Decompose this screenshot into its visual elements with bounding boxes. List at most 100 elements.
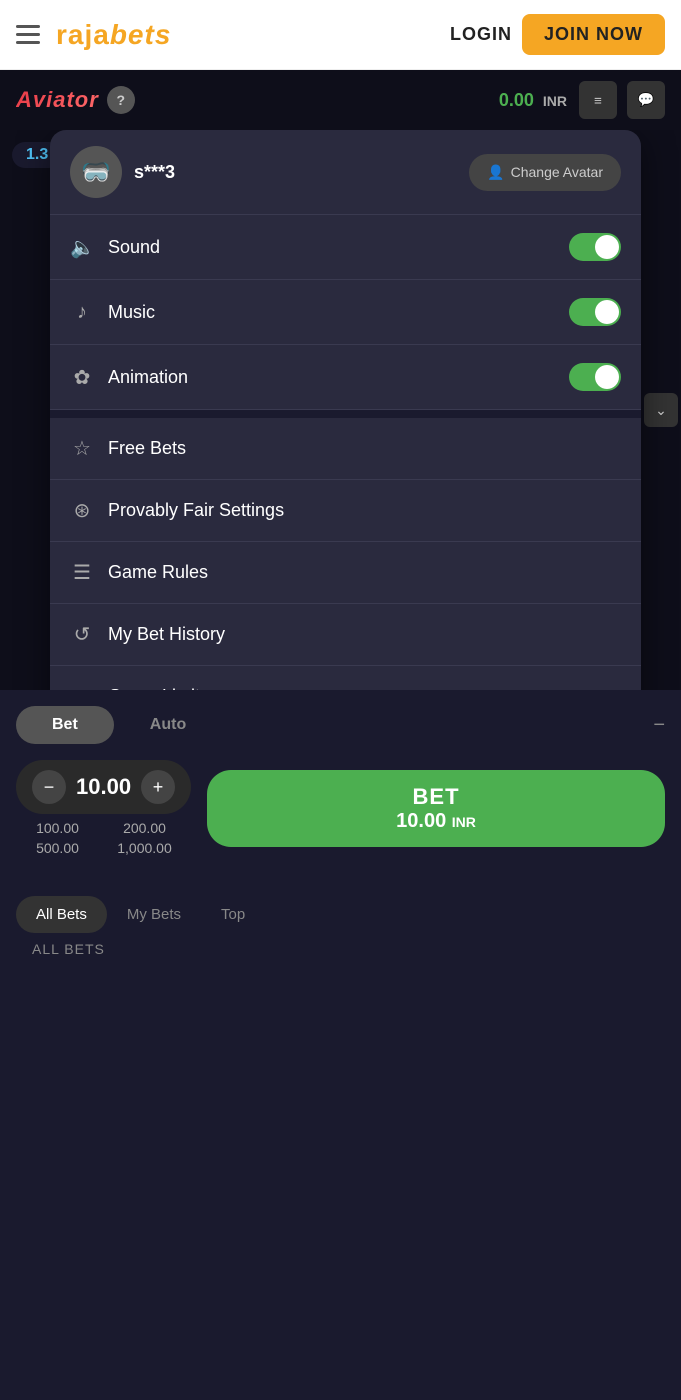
music-toggle[interactable] [569,298,621,326]
sound-toggle[interactable] [569,233,621,261]
free-bets-menu-item[interactable]: ☆ Free Bets [50,418,641,480]
balance-currency: INR [543,93,567,109]
increment-button[interactable]: + [141,770,175,804]
change-avatar-label: Change Avatar [511,164,603,180]
quick-amt-4[interactable]: 1,000.00 [103,840,186,856]
header-icons: ≡ 💬 [579,81,665,119]
aviator-text: Aviator [16,87,99,113]
animation-label: Animation [108,367,188,388]
limits-icon: ⊡ [70,684,94,690]
username-label: s***3 [134,162,175,183]
amount-value: 10.00 [76,774,131,800]
quick-amt-1[interactable]: 100.00 [16,820,99,836]
logo-bets: bets [110,19,172,50]
bet-tab-auto[interactable]: Auto [114,706,222,744]
bet-controls: − 10.00 + 100.00 200.00 500.00 1,000.00 … [16,760,665,856]
star-icon: ☆ [70,436,94,461]
bet-button-amount: 10.00 INR [396,810,476,833]
join-button[interactable]: JOIN NOW [522,14,665,55]
bet-amount-value: 10.00 [396,810,446,832]
bets-tabs: All Bets My Bets Top [16,896,665,933]
provably-fair-item-left: ⊛ Provably Fair Settings [70,498,284,523]
person-icon: 👤 [487,164,504,181]
sound-toggle-knob [595,235,619,259]
side-controls: ⌄ [641,130,681,690]
help-badge[interactable]: ? [107,86,135,114]
music-menu-item[interactable]: ♪ Music [50,280,641,345]
history-icon: ↺ [70,622,94,647]
top-tab[interactable]: Top [201,896,265,933]
music-item-left: ♪ Music [70,301,155,324]
sound-label: Sound [108,237,160,258]
user-info: 🥽 s***3 [70,146,175,198]
bet-tabs: Bet Auto − [16,706,665,744]
game-rules-label: Game Rules [108,562,208,583]
bet-button-label: BET [413,784,460,810]
nav-right: LOGIN JOIN NOW [450,14,665,55]
all-bets-tab[interactable]: All Bets [16,896,107,933]
hamburger-menu-icon[interactable] [16,25,40,44]
menu-header: 🥽 s***3 👤 Change Avatar [50,130,641,215]
stepper-area: − 10.00 + 100.00 200.00 500.00 1,000.00 [16,760,191,856]
balance-number: 0.00 [499,90,534,110]
animation-icon: ✿ [70,365,94,390]
animation-item-left: ✿ Animation [70,365,188,390]
provably-fair-menu-item[interactable]: ⊛ Provably Fair Settings [50,480,641,542]
quick-amt-3[interactable]: 500.00 [16,840,99,856]
game-limits-item-left: ⊡ Game Limits [70,684,209,690]
change-avatar-button[interactable]: 👤 Change Avatar [469,154,621,191]
animation-menu-item[interactable]: ✿ Animation [50,345,641,410]
logo-raja: raja [56,19,110,50]
chat-icon: 💬 [638,92,655,108]
animation-toggle-knob [595,365,619,389]
my-bets-tab[interactable]: My Bets [107,896,201,933]
music-icon: ♪ [70,301,94,324]
rules-icon: ☰ [70,560,94,585]
game-rules-item-left: ☰ Game Rules [70,560,208,585]
aviator-logo: Aviator ? [16,86,135,114]
decrement-button[interactable]: − [32,770,66,804]
game-limits-menu-item[interactable]: ⊡ Game Limits [50,666,641,690]
music-label: Music [108,302,155,323]
all-bets-label: ALL BETS [16,933,665,965]
provably-fair-label: Provably Fair Settings [108,500,284,521]
quick-amt-2[interactable]: 200.00 [103,820,186,836]
expand-button[interactable]: ⌄ [644,393,678,427]
menu-icon: ≡ [594,93,602,108]
sound-item-left: 🔈 Sound [70,235,160,260]
chat-icon-button[interactable]: 💬 [627,81,665,119]
animation-toggle[interactable] [569,363,621,391]
sound-icon: 🔈 [70,235,94,260]
nav-left: rajabets [16,19,171,51]
shield-icon: ⊛ [70,498,94,523]
bet-history-menu-item[interactable]: ↺ My Bet History [50,604,641,666]
bet-currency: INR [452,814,476,830]
bet-tab-collapse-button[interactable]: − [653,714,665,737]
balance-area: 0.00 INR ≡ 💬 [499,81,665,119]
amount-stepper: − 10.00 + [16,760,191,814]
logo: rajabets [56,19,171,51]
avatar-emoji: 🥽 [81,158,111,187]
sound-menu-item[interactable]: 🔈 Sound [50,215,641,280]
bets-tabs-section: All Bets My Bets Top ALL BETS [0,884,681,965]
bet-history-label: My Bet History [108,624,225,645]
avatar: 🥽 [70,146,122,198]
bet-section: Bet Auto − − 10.00 + 100.00 200.00 500.0… [0,690,681,884]
bet-history-item-left: ↺ My Bet History [70,622,225,647]
dropdown-menu: 🥽 s***3 👤 Change Avatar 🔈 Sound ♪ M [50,130,641,690]
game-limits-label: Game Limits [108,686,209,690]
bet-button[interactable]: BET 10.00 INR [207,770,665,847]
free-bets-label: Free Bets [108,438,186,459]
game-area: 1.3 🥽 s***3 👤 Change Avatar 🔈 Sound [0,130,681,690]
top-nav: rajabets LOGIN JOIN NOW [0,0,681,70]
music-toggle-knob [595,300,619,324]
game-rules-menu-item[interactable]: ☰ Game Rules [50,542,641,604]
quick-amounts: 100.00 200.00 500.00 1,000.00 [16,820,186,856]
menu-icon-button[interactable]: ≡ [579,81,617,119]
free-bets-item-left: ☆ Free Bets [70,436,186,461]
login-button[interactable]: LOGIN [450,24,512,45]
bet-tab-bet[interactable]: Bet [16,706,114,744]
menu-divider [50,410,641,418]
game-header: Aviator ? 0.00 INR ≡ 💬 [0,70,681,130]
balance-amount: 0.00 INR [499,90,567,111]
